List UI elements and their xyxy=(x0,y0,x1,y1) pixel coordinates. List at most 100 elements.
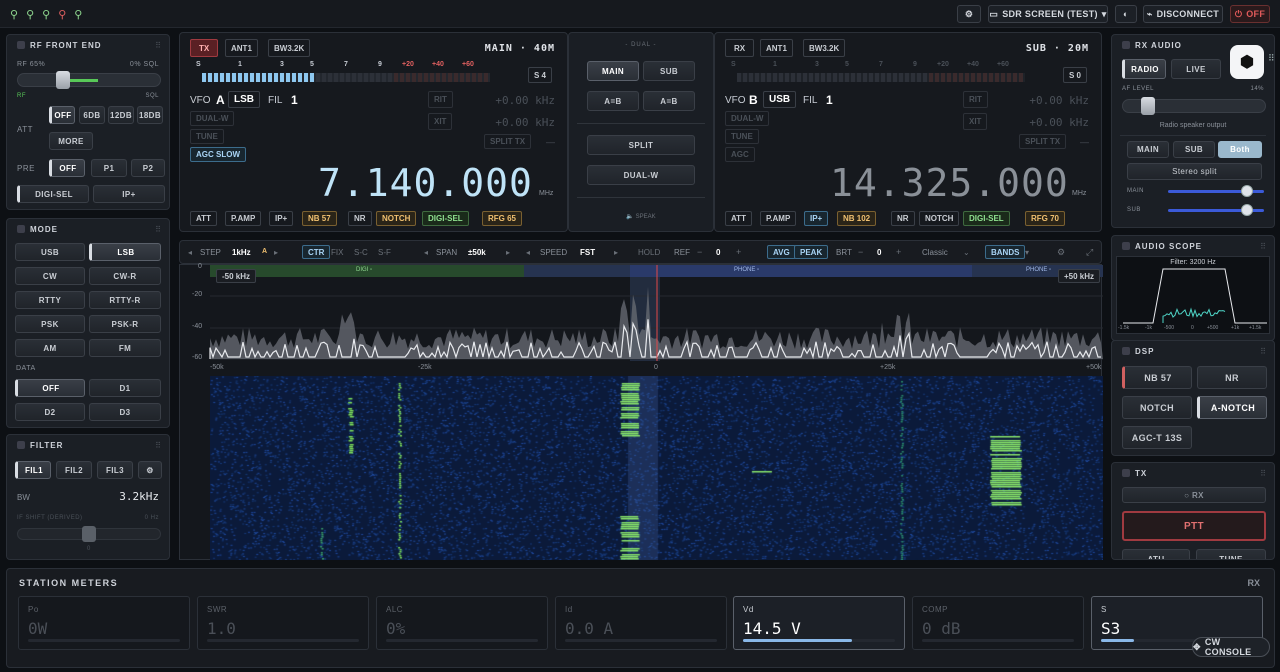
sub-xit-button[interactable]: XIT xyxy=(963,113,988,130)
ref-minus-button[interactable]: − xyxy=(697,247,702,257)
mode-usb-button[interactable]: USB xyxy=(15,243,85,261)
ptt-button[interactable]: PTT xyxy=(1122,511,1266,541)
span-down-icon[interactable]: ◂ xyxy=(424,248,428,257)
route-main-button[interactable]: MAIN xyxy=(1127,141,1169,158)
drag-handle-icon[interactable]: ⠿ xyxy=(1260,347,1266,356)
main-ip-chip[interactable]: IP+ xyxy=(269,211,294,226)
speed-up-icon[interactable]: ▸ xyxy=(614,248,618,257)
app-logo-icon[interactable]: ⬢ xyxy=(1230,45,1264,79)
main-nr-chip[interactable]: NR xyxy=(348,211,372,226)
fullscreen-icon[interactable]: ⤢ xyxy=(1086,247,1093,258)
mode-psk-button[interactable]: PSK xyxy=(15,315,85,333)
ip-plus-button[interactable]: IP+ xyxy=(93,185,165,203)
bands-button[interactable]: BANDS xyxy=(985,245,1026,259)
main-nb-chip[interactable]: NB 57 xyxy=(302,211,337,226)
af-level-knob[interactable] xyxy=(1141,97,1156,115)
rf-sql-knob[interactable] xyxy=(56,71,70,89)
att-18db-button[interactable]: 18DB xyxy=(137,106,163,124)
main-pamp-chip[interactable]: P.AMP xyxy=(225,211,262,226)
sub-frequency-display[interactable]: 14.325.000 xyxy=(830,161,1069,205)
att-12db-button[interactable]: 12DB xyxy=(108,106,134,124)
data-off-button[interactable]: OFF xyxy=(15,379,85,397)
att-off-button[interactable]: OFF xyxy=(49,106,75,124)
hold-button[interactable]: HOLD xyxy=(638,248,660,257)
stereo-split-button[interactable]: Stereo split xyxy=(1127,163,1262,180)
att-more-button[interactable]: MORE xyxy=(49,132,93,150)
data-d1-button[interactable]: D1 xyxy=(89,379,161,397)
sub-dual-w-chip[interactable]: DUAL-W xyxy=(725,111,770,126)
antenna-icon[interactable]: ⚲ xyxy=(42,8,50,21)
sub-pamp-chip[interactable]: P.AMP xyxy=(760,211,797,226)
dsp-nb-button[interactable]: NB 57 xyxy=(1122,366,1192,389)
sub-rfg-chip[interactable]: RFG 70 xyxy=(1025,211,1066,226)
dsp-notch-button[interactable]: NOTCH xyxy=(1122,396,1192,419)
route-sub-button[interactable]: SUB xyxy=(1173,141,1215,158)
sub-nr-chip[interactable]: NR xyxy=(891,211,915,226)
main-ant-button[interactable]: ANT1 xyxy=(225,39,258,57)
waterfall-display[interactable] xyxy=(210,376,1103,560)
drag-handle-icon[interactable]: ⠿ xyxy=(155,41,161,50)
step-down-icon[interactable]: ◂ xyxy=(188,248,192,257)
rit-button[interactable]: RIT xyxy=(428,91,453,108)
step-value[interactable]: 1kHz xyxy=(232,248,251,257)
sub-bw-button[interactable]: BW3.2K xyxy=(803,39,846,57)
theme-select[interactable]: Classic xyxy=(922,248,948,257)
sub-notch-chip[interactable]: NOTCH xyxy=(919,211,960,226)
tune-button[interactable]: TUNE xyxy=(1196,549,1266,559)
antenna-icon[interactable]: ⚲ xyxy=(74,8,82,21)
att-6db-button[interactable]: 6DB xyxy=(79,106,105,124)
main-bw-button[interactable]: BW3.2K xyxy=(268,39,311,57)
step-up-icon[interactable]: ▸ xyxy=(274,248,278,257)
a-eq-b-button[interactable]: A=B xyxy=(587,91,639,111)
drag-handle-icon[interactable]: ⠿ xyxy=(155,225,161,234)
peak-button[interactable]: PEAK xyxy=(794,245,829,259)
fil2-button[interactable]: FIL2 xyxy=(56,461,92,479)
fil3-button[interactable]: FIL3 xyxy=(97,461,133,479)
power-button[interactable]: ⏻ OFF xyxy=(1230,5,1270,23)
af-level-slider[interactable] xyxy=(1122,97,1266,115)
if-shift-slider[interactable] xyxy=(17,526,161,542)
tx-indicator[interactable]: TX xyxy=(190,39,219,57)
drag-handle-icon[interactable]: ⠿ xyxy=(1260,242,1266,251)
mode-rtty-button[interactable]: RTTY xyxy=(15,291,85,309)
b-eq-a-button[interactable]: A=B xyxy=(643,91,695,111)
avg-button[interactable]: AVG xyxy=(767,245,796,259)
main-tune-chip[interactable]: TUNE xyxy=(190,129,224,144)
split-tx-chip[interactable]: SPLIT TX xyxy=(484,134,532,149)
drag-handle-icon[interactable]: ⠿ xyxy=(155,441,161,450)
spectrum-settings-icon[interactable]: ⚙ xyxy=(1057,247,1065,258)
dsp-a-notch-button[interactable]: A-NOTCH xyxy=(1197,396,1267,419)
sf-button[interactable]: S-F xyxy=(378,248,391,257)
main-digi-sel-chip[interactable]: DIGI-SEL xyxy=(422,211,469,226)
audio-source-radio-button[interactable]: RADIO xyxy=(1122,59,1166,79)
antenna-icon[interactable]: ⚲ xyxy=(26,8,34,21)
sub-att-chip[interactable]: ATT xyxy=(725,211,752,226)
fix-button[interactable]: FIX xyxy=(331,248,343,257)
fil1-button[interactable]: FIL1 xyxy=(15,461,51,479)
main-att-chip[interactable]: ATT xyxy=(190,211,217,226)
dsp-agc-t-button[interactable]: AGC-T 13S xyxy=(1122,426,1192,449)
sub-nb-chip[interactable]: NB 102 xyxy=(837,211,877,226)
sdr-screen-button[interactable]: ▭ SDR SCREEN (TEST) ▾ xyxy=(988,5,1108,23)
sub-mode-chip[interactable]: USB xyxy=(763,91,797,108)
speed-down-icon[interactable]: ◂ xyxy=(526,248,530,257)
if-shift-knob[interactable] xyxy=(82,526,96,542)
palette-button[interactable]: ◐ xyxy=(1115,5,1137,23)
rx-indicator[interactable]: RX xyxy=(725,39,755,57)
audio-source-live-button[interactable]: LIVE xyxy=(1171,59,1221,79)
data-d2-button[interactable]: D2 xyxy=(15,403,85,421)
route-both-button[interactable]: Both xyxy=(1218,141,1262,158)
app-menu-icon[interactable]: ⠿ xyxy=(1268,53,1275,64)
main-dual-w-chip[interactable]: DUAL-W xyxy=(190,111,235,126)
digi-sel-button[interactable]: DIGI-SEL xyxy=(17,185,89,203)
pre-p1-button[interactable]: P1 xyxy=(91,159,127,177)
brt-plus-button[interactable]: + xyxy=(896,247,901,257)
sub-ip-chip[interactable]: IP+ xyxy=(804,211,829,226)
mode-fm-button[interactable]: FM xyxy=(89,339,161,357)
mode-psk-r-button[interactable]: PSK-R xyxy=(89,315,161,333)
pre-off-button[interactable]: OFF xyxy=(49,159,85,177)
sub-digi-sel-chip[interactable]: DIGI-SEL xyxy=(963,211,1010,226)
speak-button[interactable]: 🔈 SPEAK xyxy=(569,213,713,220)
ctr-button[interactable]: CTR xyxy=(302,245,331,259)
sub-split-tx-chip[interactable]: SPLIT TX xyxy=(1019,134,1067,149)
